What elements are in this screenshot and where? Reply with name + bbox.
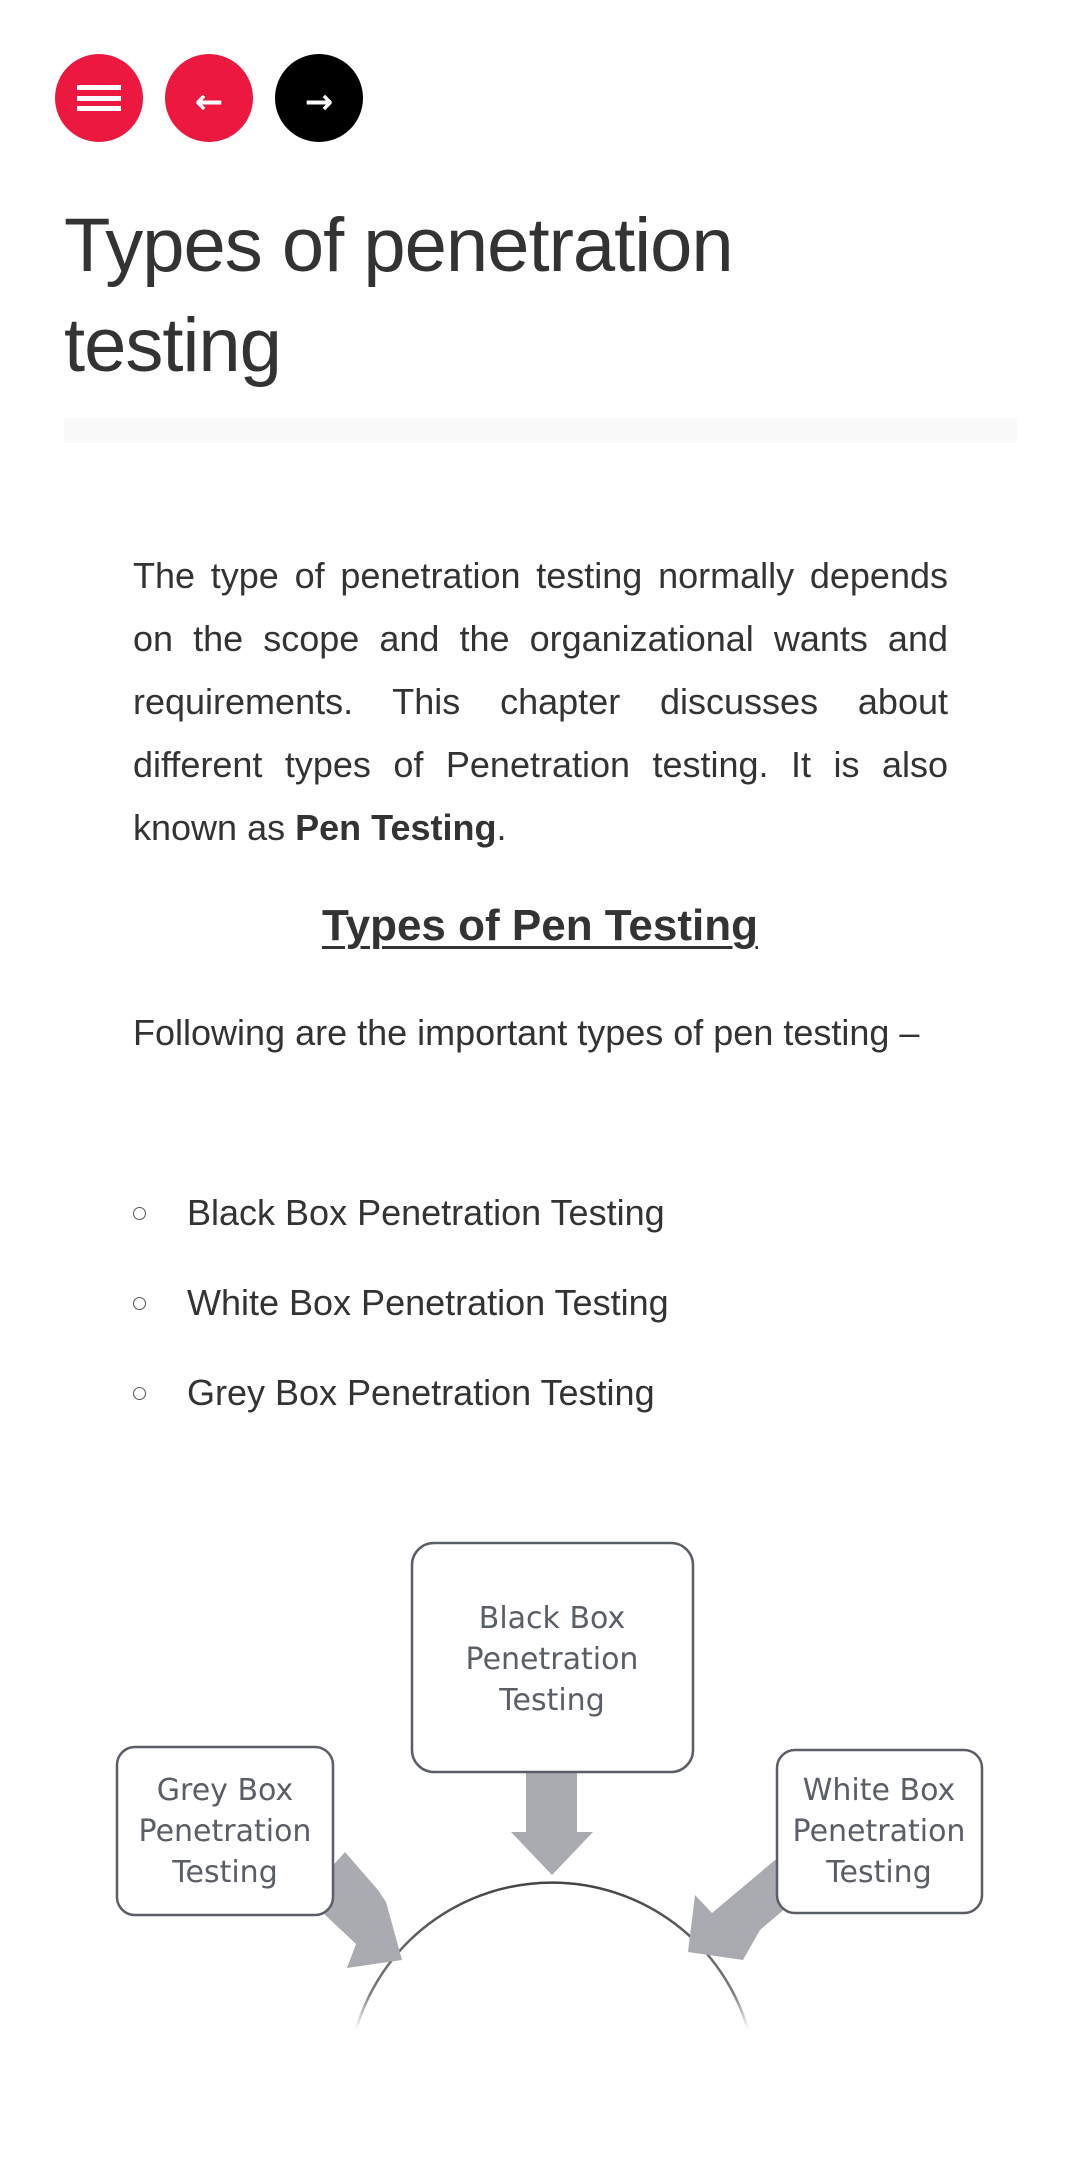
target-arc: [354, 1881, 750, 2031]
arrow-right-icon: →: [304, 82, 334, 122]
box-label-line: Testing: [825, 1855, 931, 1890]
diagram-box-grey: Grey Box Penetration Testing: [115, 1745, 335, 1917]
bullet-circle-icon: [133, 1207, 146, 1220]
arrow-down-icon: [511, 1772, 593, 1875]
intro-paragraph: The type of penetration testing normally…: [133, 544, 948, 859]
list-item: Grey Box Penetration Testing: [133, 1360, 669, 1450]
arrow-down-right-icon: [320, 1852, 402, 1968]
list-item: White Box Penetration Testing: [133, 1270, 669, 1360]
box-label-line: White Box: [803, 1773, 956, 1808]
previous-page-button[interactable]: ←: [165, 54, 253, 142]
hamburger-menu-icon: [77, 85, 121, 111]
section-lead: Following are the important types of pen…: [133, 1012, 920, 1053]
intro-text-end: .: [496, 807, 507, 848]
page-title: Types of penetration testing: [64, 203, 734, 388]
bullet-circle-icon: [133, 1297, 146, 1310]
arrow-left-icon: ←: [194, 82, 224, 122]
list-item-label: White Box Penetration Testing: [187, 1282, 669, 1323]
diagram-box-black: Black Box Penetration Testing: [410, 1541, 695, 1774]
menu-button[interactable]: [55, 54, 143, 142]
box-label-line: Black Box: [479, 1601, 625, 1636]
box-label-line: Penetration: [139, 1814, 312, 1849]
intro-text: The type of penetration testing normally…: [133, 555, 948, 848]
box-label-line: Penetration: [793, 1814, 966, 1849]
types-list: Black Box Penetration Testing White Box …: [133, 1180, 669, 1450]
next-page-button[interactable]: →: [275, 54, 363, 142]
title-divider: [64, 418, 1017, 443]
box-label-line: Testing: [171, 1855, 277, 1890]
box-label-line: Penetration: [466, 1642, 639, 1677]
section-heading: Types of Pen Testing: [322, 901, 758, 950]
diagram-box-white: White Box Penetration Testing: [775, 1748, 984, 1915]
intro-bold-term: Pen Testing: [295, 807, 497, 848]
list-item-label: Black Box Penetration Testing: [187, 1192, 665, 1233]
bullet-circle-icon: [133, 1387, 146, 1400]
list-item-label: Grey Box Penetration Testing: [187, 1372, 655, 1413]
list-item: Black Box Penetration Testing: [133, 1180, 669, 1270]
box-label-line: Grey Box: [157, 1773, 293, 1808]
box-label-line: Testing: [498, 1683, 604, 1718]
arrow-down-left-icon: [688, 1860, 800, 1960]
